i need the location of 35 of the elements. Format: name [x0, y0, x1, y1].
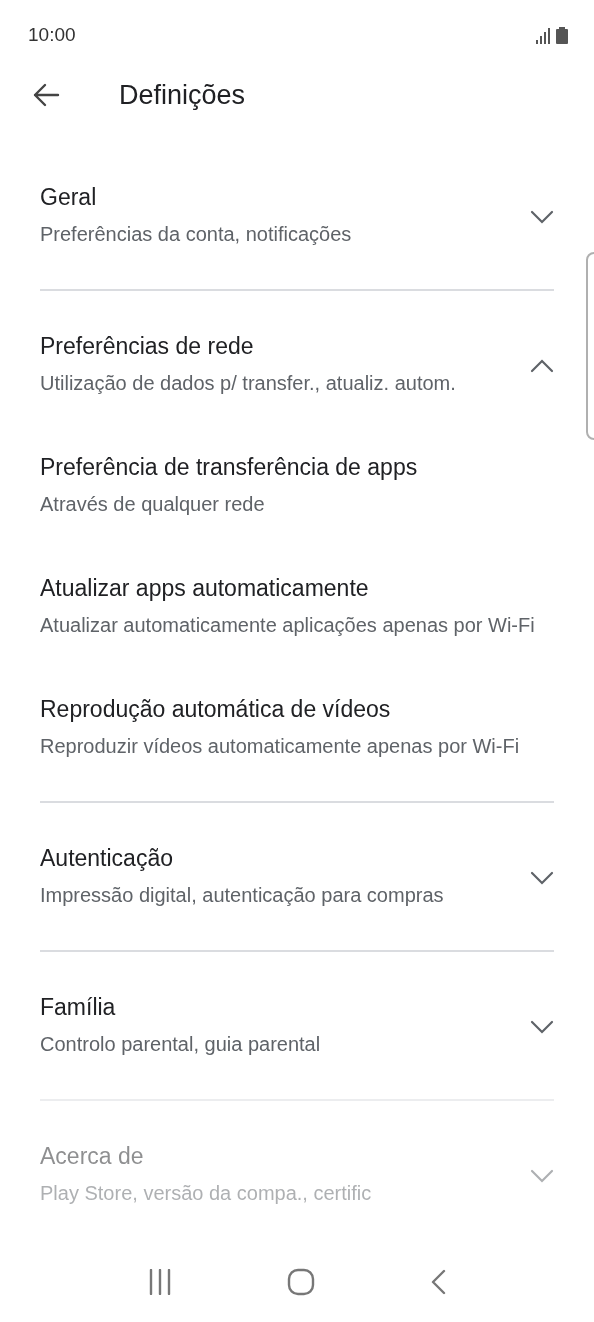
item-subtitle: Reproduzir vídeos automaticamente apenas por Wi-Fi — [40, 734, 521, 759]
chevron-up-icon[interactable] — [530, 358, 554, 373]
item-title: Preferência de transferência de apps — [40, 453, 419, 482]
item-title: Atualizar apps automaticamente — [40, 574, 370, 603]
settings-item[interactable]: Atualizar apps automaticamente Atualizar automaticamente aplicações apenas por Wi-Fi — [40, 559, 554, 680]
section-title: Preferências de rede — [40, 332, 255, 361]
chevron-down-icon[interactable] — [530, 1019, 554, 1034]
section-subtitle: Impressão digital, autenticação para compras — [40, 883, 444, 908]
settings-item[interactable]: Reprodução automática de vídeos Reproduzir vídeos automaticamente apenas por Wi-Fi — [40, 680, 554, 801]
item-subtitle: Através de qualquer rede — [40, 492, 266, 517]
settings-section[interactable]: Preferências de rede Utilização de dados p/ transfer., atualiz. autom. — [40, 291, 554, 438]
home-icon[interactable] — [287, 1268, 315, 1296]
section-subtitle: Play Store, versão da compa., certific — [40, 1181, 372, 1206]
signal-icon — [536, 27, 550, 44]
settings-section[interactable]: Família Controlo parental, guia parental — [40, 952, 554, 1099]
back-arrow-icon[interactable] — [32, 83, 60, 107]
status-time: 10:00 — [28, 22, 76, 47]
section-title: Acerca de — [40, 1142, 145, 1171]
item-subtitle: Atualizar automaticamente aplicações apenas por Wi-Fi — [40, 613, 536, 638]
back-icon[interactable] — [430, 1269, 447, 1295]
section-subtitle: Controlo parental, guia parental — [40, 1032, 321, 1057]
section-subtitle: Utilização de dados p/ transfer., atualiz. autom. — [40, 371, 456, 396]
settings-item[interactable]: Preferência de transferência de apps Através de qualquer rede — [40, 438, 554, 559]
battery-icon — [556, 26, 568, 44]
section-title: Geral — [40, 183, 98, 212]
settings-section[interactable]: Geral Preferências da conta, notificações — [40, 182, 554, 289]
settings-section[interactable]: Autenticação Impressão digital, autenticação para compras — [40, 803, 554, 950]
chevron-down-icon[interactable] — [530, 209, 554, 224]
section-title: Família — [40, 993, 117, 1022]
page-title: Definições — [119, 78, 246, 112]
item-title: Reprodução automática de vídeos — [40, 695, 392, 724]
chevron-down-icon[interactable] — [530, 870, 554, 885]
section-title: Autenticação — [40, 844, 174, 873]
recent-apps-icon[interactable] — [147, 1269, 172, 1295]
section-subtitle: Preferências da conta, notificações — [40, 222, 352, 247]
